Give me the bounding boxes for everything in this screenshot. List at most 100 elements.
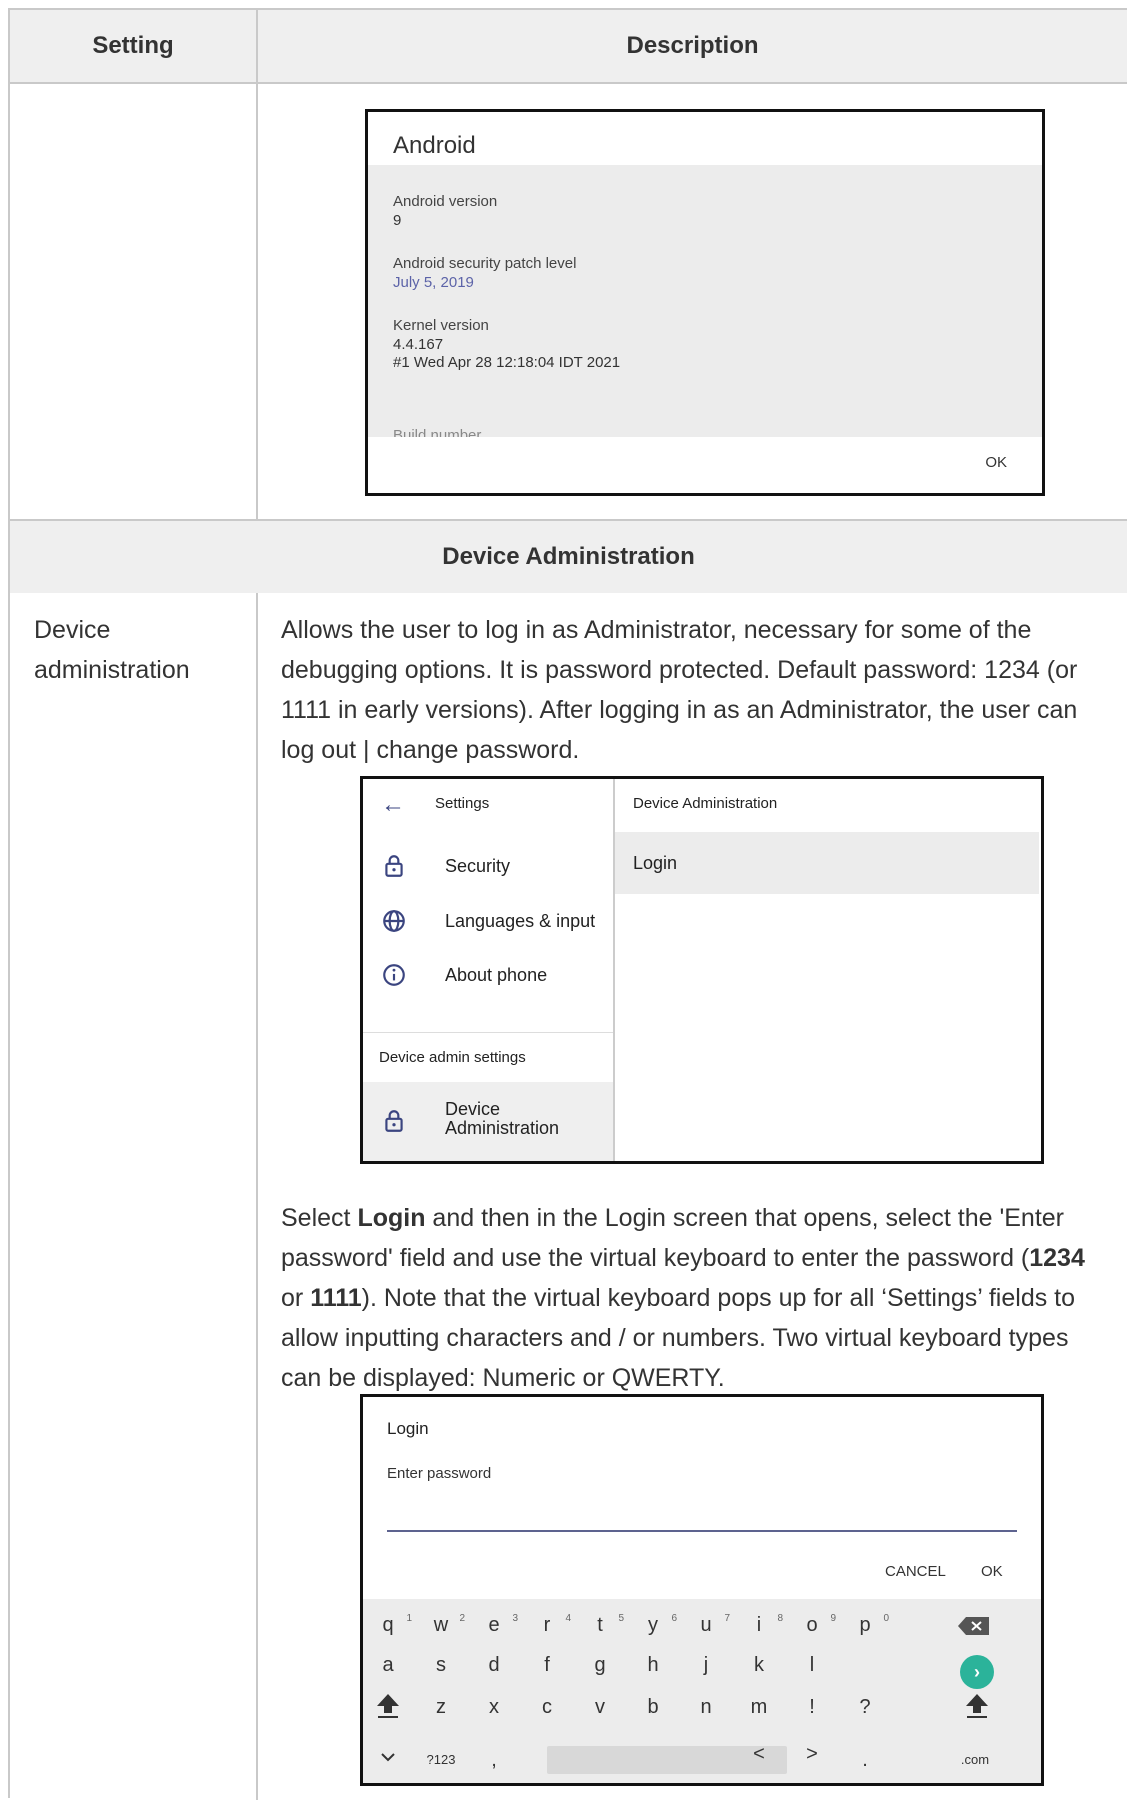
next-arrow-icon[interactable]: › [960, 1655, 994, 1689]
arrow-left-icon[interactable]: ← [381, 791, 405, 819]
key[interactable]: d [474, 1645, 514, 1685]
description-paragraph: Allows the user to log in as Administrat… [281, 616, 1078, 764]
key[interactable]: ! [792, 1687, 832, 1727]
login-screenshot: Login Enter password CANCEL OK q1 w2 e3 … [360, 1394, 1044, 1786]
column-divider [256, 84, 258, 521]
key-label: p [859, 1614, 871, 1636]
dialog-content: Android version 9 Android security patch… [368, 165, 1042, 437]
key[interactable]: r4 [527, 1605, 571, 1645]
android-about-dialog: Android Android version 9 Android securi… [365, 109, 1045, 496]
key[interactable]: o9 [792, 1605, 836, 1645]
shift-icon[interactable] [376, 1693, 400, 1719]
key-label: t [597, 1614, 603, 1636]
lock-icon [385, 855, 403, 877]
settings-item-label: Languages & input [445, 911, 596, 931]
ok-button[interactable]: OK [981, 1563, 1003, 1580]
key[interactable]: f [527, 1645, 567, 1685]
bold-password-2: 1111 [310, 1284, 362, 1312]
shift-icon[interactable] [965, 1693, 989, 1719]
key-cursor-right[interactable]: > [792, 1734, 832, 1774]
key-hint: 2 [459, 1613, 465, 1624]
key[interactable]: z [421, 1687, 461, 1727]
key[interactable]: g [580, 1645, 620, 1685]
settings-item-about[interactable]: About phone [363, 945, 613, 1005]
bold-password-1: 1234 [1029, 1244, 1085, 1272]
key[interactable]: s [421, 1645, 461, 1685]
key-label: w [433, 1614, 449, 1636]
key[interactable]: j [686, 1645, 726, 1685]
android-version-value: 9 [393, 212, 402, 229]
setting-name: Device administration [34, 616, 190, 684]
kernel-version-value-2: #1 Wed Apr 28 12:18:04 IDT 2021 [393, 354, 621, 371]
key-hint: 6 [671, 1613, 677, 1624]
key[interactable]: n [686, 1687, 726, 1727]
key[interactable]: w2 [421, 1605, 465, 1645]
settings-item-languages[interactable]: Languages & input [363, 891, 613, 951]
text-span: Select [281, 1204, 358, 1232]
key[interactable]: l [792, 1645, 832, 1685]
document-table: Setting Description Android Android vers… [8, 8, 1127, 1800]
key-label: u [700, 1614, 712, 1636]
key-label: o [806, 1614, 818, 1636]
key-hint: 0 [883, 1613, 889, 1624]
key-hint: 9 [830, 1613, 836, 1624]
settings-item-label: Security [445, 856, 511, 876]
text-span: ). Note that the virtual keyboard pops u… [281, 1284, 1076, 1392]
key[interactable]: q1 [368, 1605, 412, 1645]
key[interactable]: c [527, 1687, 567, 1727]
key[interactable]: y6 [633, 1605, 677, 1645]
key[interactable]: a [368, 1645, 408, 1685]
key[interactable]: v [580, 1687, 620, 1727]
settings-screenshot: ← Settings Security Languages & input Ab… [360, 776, 1044, 1164]
key-dotcom[interactable]: .com [955, 1740, 995, 1780]
key[interactable]: b [633, 1687, 673, 1727]
key[interactable]: k [739, 1645, 779, 1685]
globe-icon [383, 910, 405, 932]
key[interactable]: p0 [845, 1605, 889, 1645]
android-version-label: Android version [393, 193, 498, 210]
key[interactable]: ? [845, 1687, 885, 1727]
settings-item-security[interactable]: Security [363, 836, 613, 896]
key[interactable]: i8 [739, 1605, 783, 1645]
patch-level-label: Android security patch level [393, 255, 577, 272]
table-header: Setting Description [10, 10, 1127, 84]
key[interactable]: , [474, 1740, 514, 1780]
settings-left-pane: ← Settings Security Languages & input Ab… [363, 779, 615, 1161]
key-symbols[interactable]: ?123 [421, 1740, 461, 1780]
key[interactable]: m [739, 1687, 779, 1727]
section-title: Device Administration [10, 521, 1127, 593]
cancel-button[interactable]: CANCEL [885, 1563, 946, 1580]
key-hint: 4 [565, 1613, 571, 1624]
settings-item-device-admin[interactable]: Device Administration [363, 1082, 613, 1161]
column-divider [256, 10, 258, 84]
key-label: r [543, 1614, 551, 1636]
key[interactable]: t5 [580, 1605, 624, 1645]
key[interactable]: e3 [474, 1605, 518, 1645]
ok-button[interactable]: OK [985, 454, 1007, 471]
password-input[interactable] [387, 1530, 1017, 1532]
text-span: or [281, 1284, 311, 1312]
key-cursor-left[interactable]: < [739, 1734, 779, 1774]
kernel-version-value-1: 4.4.167 [393, 336, 444, 353]
chevron-down-icon[interactable] [381, 1752, 395, 1762]
admin-item-line1: Device [445, 1099, 501, 1119]
key[interactable]: x [474, 1687, 514, 1727]
key[interactable]: u7 [686, 1605, 730, 1645]
key[interactable]: . [845, 1740, 885, 1780]
key-hint: 5 [618, 1613, 624, 1624]
key-hint: 1 [406, 1613, 412, 1624]
key-hint: 8 [777, 1613, 783, 1624]
admin-item-line2: Administration [445, 1118, 560, 1138]
settings-title: Settings [435, 795, 490, 812]
key-hint: 7 [724, 1613, 730, 1624]
password-field-label: Enter password [387, 1465, 492, 1482]
info-icon [383, 964, 405, 986]
admin-settings-header: Device admin settings [363, 1032, 613, 1082]
bold-login: Login [357, 1204, 426, 1232]
key[interactable]: h [633, 1645, 673, 1685]
header-setting: Setting [92, 32, 174, 59]
key-label: y [648, 1614, 658, 1636]
login-item[interactable]: Login [615, 832, 1039, 894]
settings-right-pane: Device Administration Login [615, 779, 1041, 1161]
backspace-icon[interactable] [957, 1616, 991, 1636]
